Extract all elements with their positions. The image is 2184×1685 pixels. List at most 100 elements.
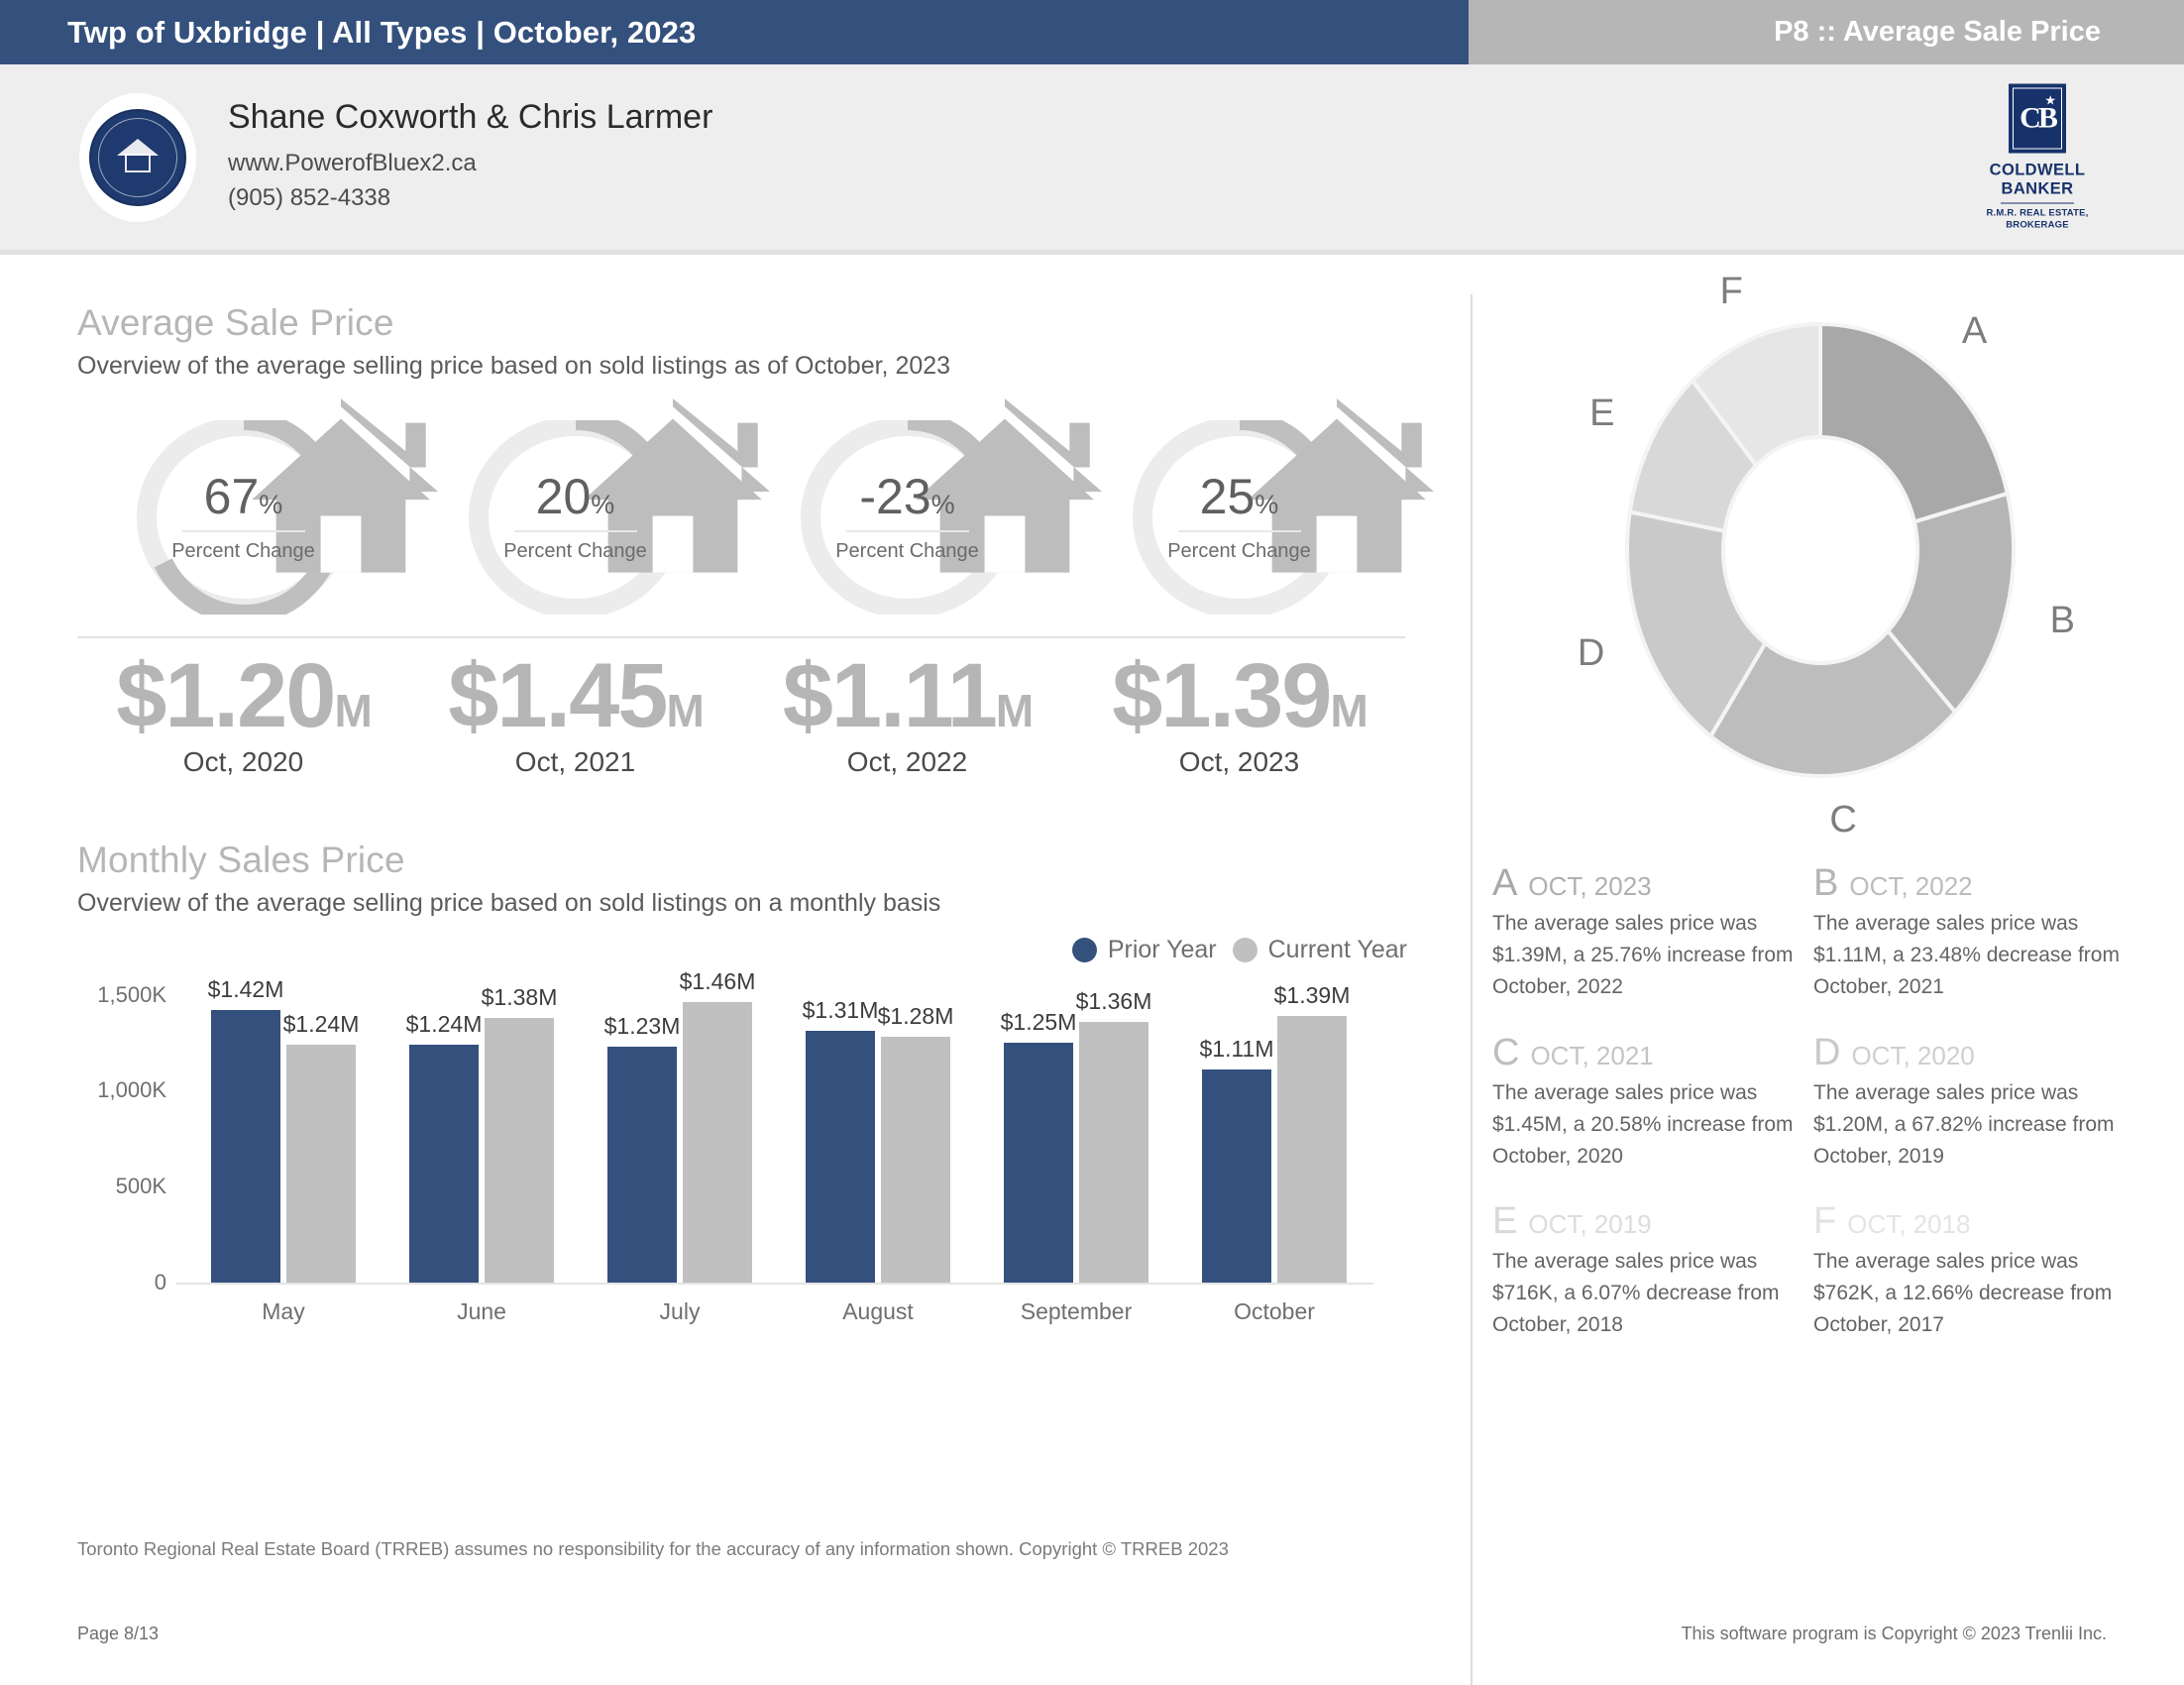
donut-legend-item-F: F OCT, 2018 The average sales price was $7… — [1813, 1202, 2129, 1341]
percent-symbol: % — [259, 490, 283, 519]
price-cell-2: $1.11M Oct, 2022 — [741, 648, 1073, 778]
bar-current-year[interactable]: $1.46M — [680, 968, 755, 1283]
bar-current-year[interactable]: $1.39M — [1274, 982, 1350, 1283]
legend-item-letter: C — [1492, 1031, 1520, 1073]
legend-item-month: OCT, 2018 — [1847, 1209, 1971, 1240]
donut-svg — [1625, 321, 2017, 779]
legend-item-month: OCT, 2022 — [1849, 871, 1973, 901]
house-icon — [1212, 394, 1434, 573]
bar-prior-year[interactable]: $1.31M — [803, 997, 878, 1283]
price-row: $1.20M Oct, 2020 $1.45M Oct, 2021 $1.11M Oct,… — [77, 648, 1405, 778]
legend-item-letter: B — [1813, 862, 1839, 904]
bar-current-year[interactable]: $1.38M — [482, 984, 557, 1283]
x-axis-label: August — [842, 1297, 914, 1324]
brokerage-sub-line2: BROKERAGE — [2006, 219, 2069, 231]
legend-item-0[interactable]: Prior Year — [1071, 935, 1217, 964]
bar-group: $1.25M $1.36M — [977, 988, 1175, 1283]
donut-letter-B: B — [2049, 600, 2075, 642]
legend-item-header: D OCT, 2020 — [1813, 1034, 2129, 1071]
agent-info: Shane Coxworth & Chris Larmer www.Powero… — [228, 98, 712, 216]
percent-value: -23% — [859, 469, 955, 524]
bar-value-label: $1.28M — [877, 1003, 954, 1030]
y-axis-tick: 1,500K — [97, 981, 166, 1007]
donut-letter-D: D — [1577, 632, 1605, 675]
bar-current-year[interactable]: $1.36M — [1076, 988, 1151, 1283]
legend-item-month: OCT, 2020 — [1851, 1040, 1975, 1070]
yearly-price-donut-chart: A B C D E F — [1513, 271, 2128, 841]
bar-group: $1.42M $1.24M — [184, 976, 382, 1283]
percent-value: 67% — [203, 469, 283, 524]
gauge-center: -23% Percent Change — [783, 472, 1033, 563]
brokerage-divider — [2001, 202, 2074, 204]
bar-group: $1.24M $1.38M — [382, 984, 581, 1283]
brokerage-logo: CB ★ COLDWELL BANKER R.M.R. REAL ESTATE,… — [1978, 83, 2097, 231]
bar-prior-year[interactable]: $1.42M — [208, 976, 283, 1283]
donut-letter-E: E — [1589, 393, 1615, 435]
price-cell-0: $1.20M Oct, 2020 — [77, 648, 409, 778]
chart-baseline — [176, 1282, 1373, 1285]
percent-change-gauge: 67% Percent Change — [119, 398, 438, 615]
donut-legend-item-C: C OCT, 2021 The average sales price was $1… — [1492, 1031, 1807, 1173]
bar-value-label: $1.38M — [481, 983, 558, 1010]
bar-value-label: $1.23M — [603, 1012, 681, 1039]
percent-change-gauge: -23% Percent Change — [783, 398, 1102, 615]
donut-legend-item-E: E OCT, 2019 The average sales price was $7… — [1492, 1202, 1807, 1341]
legend-item-header: B OCT, 2022 — [1813, 862, 2129, 904]
disclaimer-text: Toronto Regional Real Estate Board (TRRE… — [77, 1538, 1229, 1559]
price-value: $1.39M — [1112, 645, 1368, 746]
gauge-rule — [513, 530, 637, 532]
bar-prior-year[interactable]: $1.25M — [1001, 1009, 1076, 1283]
seal-house-glyph — [117, 138, 159, 172]
percent-symbol: % — [1255, 490, 1279, 519]
price-value: $1.45M — [448, 645, 705, 746]
page-section-label: P8 :: Average Sale Price — [1469, 0, 2184, 64]
price-suffix: M — [666, 685, 704, 736]
bar-value-label: $1.39M — [1273, 981, 1351, 1008]
legend-item-1[interactable]: Current Year — [1232, 935, 1407, 964]
donut-slice-A[interactable] — [1818, 321, 2011, 525]
legend-label: Prior Year — [1107, 935, 1217, 963]
gauge-label: Percent Change — [1167, 540, 1311, 562]
legend-item-description: The average sales price was $762K, a 12.… — [1813, 1250, 2113, 1337]
agent-phone[interactable]: (905) 852-4338 — [228, 181, 712, 216]
legend-item-month: OCT, 2019 — [1528, 1209, 1652, 1240]
legend-item-header: C OCT, 2021 — [1492, 1031, 1807, 1073]
house-icon — [216, 394, 438, 573]
price-value: $1.11M — [782, 645, 1035, 746]
bar-value-label: $1.24M — [405, 1010, 483, 1037]
x-axis-label: May — [262, 1297, 305, 1324]
bar-prior-year[interactable]: $1.23M — [604, 1013, 680, 1283]
x-axis-label: June — [457, 1297, 506, 1324]
agent-name: Shane Coxworth & Chris Larmer — [228, 98, 713, 137]
bar-prior-year[interactable]: $1.11M — [1199, 1036, 1274, 1283]
x-axis-label: October — [1234, 1297, 1315, 1324]
bar-current-year[interactable]: $1.24M — [283, 1011, 359, 1283]
percent-symbol: % — [930, 490, 955, 519]
gauge-row: 67% Percent Change 20% Percent Change -23% Pe… — [77, 398, 1434, 615]
gauge-cell-2: -23% Percent Change — [741, 398, 1102, 615]
legend-item-header: F OCT, 2018 — [1813, 1202, 2129, 1240]
legend-item-month: OCT, 2023 — [1528, 871, 1652, 901]
price-suffix: M — [1330, 685, 1367, 736]
chart-plot-area: $1.42M $1.24M $1.24M $1.38M $1.23M $1.46M $1.3… — [184, 968, 1373, 1283]
brokerage-sub-line1: R.M.R. REAL ESTATE, — [1986, 207, 2089, 219]
percent-value: 20% — [535, 469, 615, 524]
gauge-label: Percent Change — [171, 540, 315, 562]
legend-item-description: The average sales price was $1.45M, a 20… — [1492, 1080, 1794, 1168]
percent-value: 25% — [1199, 469, 1279, 524]
left-panel: Average Sale Price Overview of the avera… — [0, 255, 1457, 1538]
gauge-price-separator — [77, 636, 1405, 638]
legend-label: Current Year — [1267, 935, 1407, 963]
price-value: $1.20M — [116, 645, 373, 746]
bar-prior-year[interactable]: $1.24M — [406, 1011, 482, 1283]
gauge-rule — [1177, 530, 1301, 532]
price-cell-1: $1.45M Oct, 2021 — [409, 648, 741, 778]
house-icon — [880, 394, 1102, 573]
price-period: Oct, 2022 — [846, 745, 968, 777]
monthly-sales-title: Monthly Sales Price — [77, 839, 405, 880]
chart-x-axis: May June July August September October — [184, 1298, 1373, 1325]
donut-letter-F: F — [1719, 270, 1743, 312]
report-title: Twp of Uxbridge | All Types | October, 2… — [0, 0, 1469, 64]
bar-current-year[interactable]: $1.28M — [878, 1003, 953, 1283]
agent-website[interactable]: www.PowerofBluex2.ca — [228, 147, 712, 181]
